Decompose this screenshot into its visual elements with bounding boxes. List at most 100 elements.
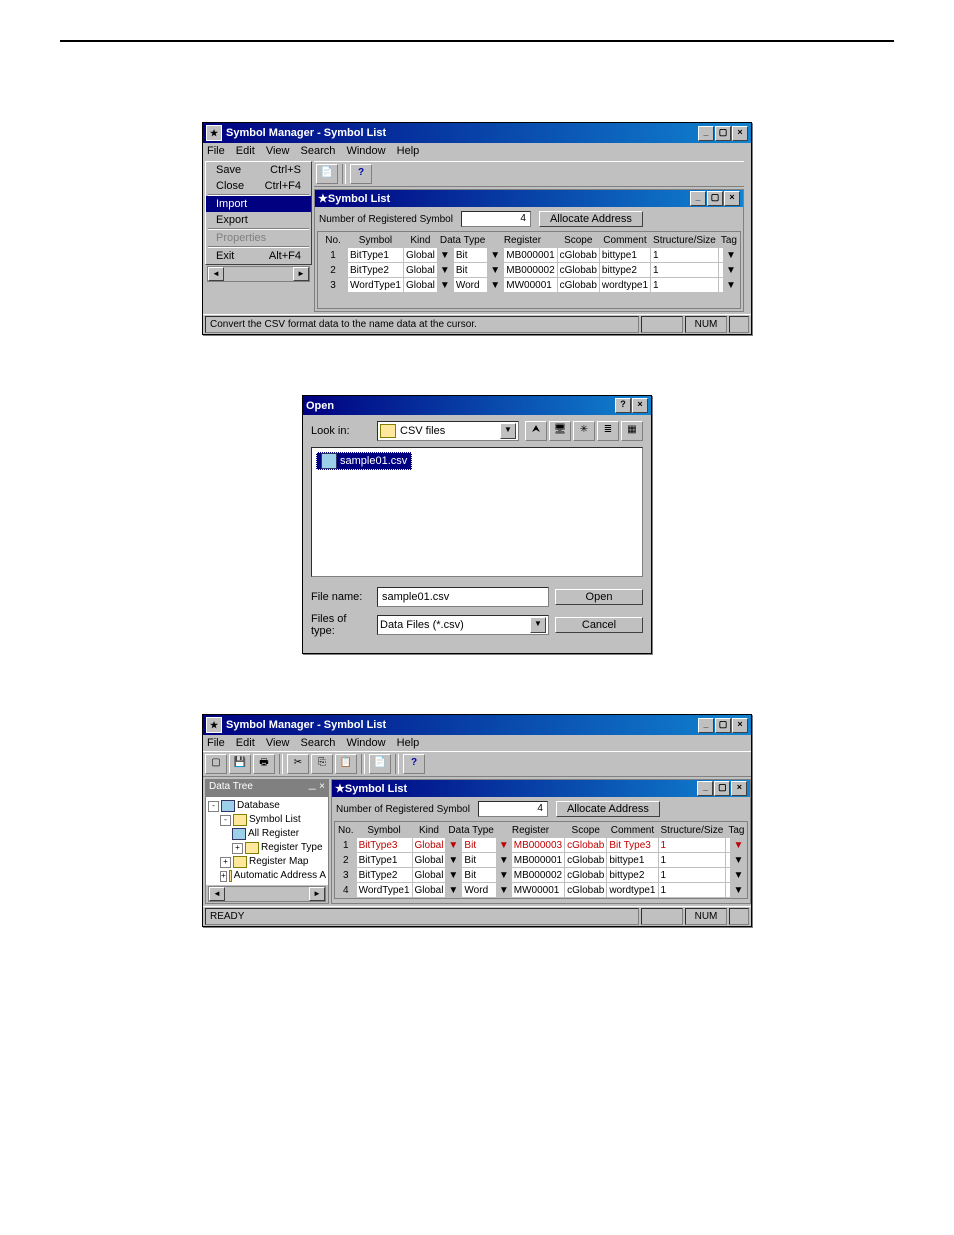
h-scrollbar[interactable]: ◄ ► (207, 266, 310, 282)
table-row[interactable]: 3 BitType2 Global ▼ Bit ▼ MB000002 cGlob… (336, 868, 747, 883)
kind-dropdown-icon[interactable]: ▼ (437, 248, 453, 263)
menu-edit[interactable]: Edit (236, 145, 255, 157)
cut-icon[interactable]: ✂ (287, 754, 309, 774)
col-datatype[interactable]: Data Type (437, 233, 487, 248)
child-minimize-button[interactable]: _ (697, 781, 713, 796)
table-row[interactable]: 2 BitType1 Global ▼ Bit ▼ MB000001 cGlob… (336, 853, 747, 868)
menu-item-import[interactable]: Import (206, 196, 311, 212)
collapse-icon[interactable]: - (208, 801, 219, 812)
col-kind[interactable]: Kind (403, 233, 437, 248)
cancel-button[interactable]: Cancel (555, 617, 643, 633)
titlebar[interactable]: ★ Symbol Manager - Symbol List _ ▢ × (203, 715, 751, 735)
new-folder-icon[interactable]: ✳ (573, 421, 595, 441)
col-comment[interactable]: Comment (607, 823, 658, 838)
menu-search[interactable]: Search (301, 145, 336, 157)
toolbar-button[interactable]: 📄 (369, 754, 391, 774)
col-scope[interactable]: Scope (557, 233, 599, 248)
help-button[interactable]: ? (615, 398, 631, 413)
child-minimize-button[interactable]: _ (690, 191, 706, 206)
dropdown-icon[interactable]: ▼ (530, 617, 546, 633)
scroll-left-icon[interactable]: ◄ (208, 267, 224, 281)
collapse-icon[interactable]: - (220, 815, 231, 826)
toolbar-button[interactable]: 📄 (316, 164, 338, 184)
child-close-button[interactable]: × (724, 191, 740, 206)
menu-help[interactable]: Help (397, 737, 420, 749)
col-datatype[interactable]: Data Type (446, 823, 496, 838)
menu-search[interactable]: Search (301, 737, 336, 749)
lookin-combo[interactable]: CSV files ▼ (377, 421, 519, 441)
table-row[interactable]: 1 BitType3 Global ▼ Bit ▼ MB000003 cGlob… (336, 838, 747, 853)
menu-view[interactable]: View (266, 737, 290, 749)
expand-icon[interactable]: + (232, 843, 243, 854)
table-row[interactable]: 1 BitType1 Global ▼ Bit ▼ MB000001 cGlob… (319, 248, 740, 263)
menu-item-export[interactable]: Export (206, 212, 311, 228)
dialog-titlebar[interactable]: Open ? × (303, 396, 651, 415)
menu-item-close[interactable]: Close Ctrl+F4 (206, 178, 311, 194)
close-button[interactable]: × (632, 398, 648, 413)
col-tag[interactable]: Tag (726, 823, 747, 838)
col-kind[interactable]: Kind (412, 823, 446, 838)
close-button[interactable]: × (732, 126, 748, 141)
dropdown-icon[interactable]: ▼ (500, 423, 516, 439)
menu-help[interactable]: Help (397, 145, 420, 157)
toolbar-button[interactable]: 💾 (229, 754, 251, 774)
help-icon[interactable]: ? (403, 754, 425, 774)
maximize-button[interactable]: ▢ (715, 718, 731, 733)
col-size[interactable]: Structure/Size (651, 233, 719, 248)
menu-item-save[interactable]: Save Ctrl+S (206, 162, 311, 178)
col-no[interactable]: No. (319, 233, 348, 248)
detail-view-icon[interactable]: ▦ (621, 421, 643, 441)
col-tag[interactable]: Tag (718, 233, 739, 248)
allocate-address-button[interactable]: Allocate Address (556, 801, 660, 817)
symbol-table[interactable]: No. Symbol Kind Data Type Register Scope… (317, 231, 741, 309)
expand-icon[interactable]: + (220, 871, 227, 882)
allocate-address-button[interactable]: Allocate Address (539, 211, 643, 227)
child-titlebar[interactable]: ★ Symbol List _ ▢ × (332, 780, 750, 797)
titlebar[interactable]: ★ Symbol Manager - Symbol List _ ▢ × (203, 123, 751, 143)
scroll-left-icon[interactable]: ◄ (209, 887, 225, 901)
col-comment[interactable]: Comment (599, 233, 650, 248)
toolbar-button[interactable]: ▢ (205, 754, 227, 774)
col-register[interactable]: Register (488, 233, 557, 248)
up-folder-icon[interactable]: ⮝ (525, 421, 547, 441)
minimize-button[interactable]: _ (698, 126, 714, 141)
col-symbol[interactable]: Symbol (348, 233, 404, 248)
file-item[interactable]: sample01.csv (316, 452, 412, 470)
menu-item-exit[interactable]: Exit Alt+F4 (206, 248, 311, 264)
col-register[interactable]: Register (496, 823, 564, 838)
child-maximize-button[interactable]: ▢ (714, 781, 730, 796)
desktop-icon[interactable]: 🖥 (549, 421, 571, 441)
open-button[interactable]: Open (555, 589, 643, 605)
child-titlebar[interactable]: ★ Symbol List _ ▢ × (315, 190, 743, 207)
toolbar-button[interactable]: 🖶 (253, 754, 275, 774)
tree-h-scrollbar[interactable]: ◄ ► (208, 886, 326, 902)
col-no[interactable]: No. (336, 823, 357, 838)
symbol-table[interactable]: No. Symbol Kind Data Type Register Scope… (334, 821, 748, 899)
col-size[interactable]: Structure/Size (658, 823, 726, 838)
filename-input[interactable]: sample01.csv (377, 587, 549, 607)
child-close-button[interactable]: × (731, 781, 747, 796)
scroll-right-icon[interactable]: ► (293, 267, 309, 281)
menu-window[interactable]: Window (346, 737, 385, 749)
maximize-button[interactable]: ▢ (715, 126, 731, 141)
list-view-icon[interactable]: ≣ (597, 421, 619, 441)
scroll-right-icon[interactable]: ► (309, 887, 325, 901)
menu-file[interactable]: File (207, 145, 225, 157)
col-scope[interactable]: Scope (565, 823, 607, 838)
col-symbol[interactable]: Symbol (356, 823, 412, 838)
tree-close-icon[interactable]: × (319, 781, 325, 796)
menu-window[interactable]: Window (346, 145, 385, 157)
menu-file[interactable]: File (207, 737, 225, 749)
help-icon[interactable]: ? (350, 164, 372, 184)
data-tree[interactable]: -Database -Symbol List All Register +Reg… (206, 797, 328, 885)
tag-dropdown-icon[interactable]: ▼ (723, 248, 739, 263)
menu-view[interactable]: View (266, 145, 290, 157)
close-button[interactable]: × (732, 718, 748, 733)
minimize-button[interactable]: _ (698, 718, 714, 733)
tree-pin-icon[interactable]: － (307, 781, 317, 796)
child-maximize-button[interactable]: ▢ (707, 191, 723, 206)
table-row[interactable]: 4 WordType1 Global ▼ Word ▼ MW00001 cGlo… (336, 883, 747, 898)
expand-icon[interactable]: + (220, 857, 231, 868)
table-row[interactable]: 3 WordType1 Global ▼ Word ▼ MW00001 cGlo… (319, 278, 740, 293)
menu-edit[interactable]: Edit (236, 737, 255, 749)
